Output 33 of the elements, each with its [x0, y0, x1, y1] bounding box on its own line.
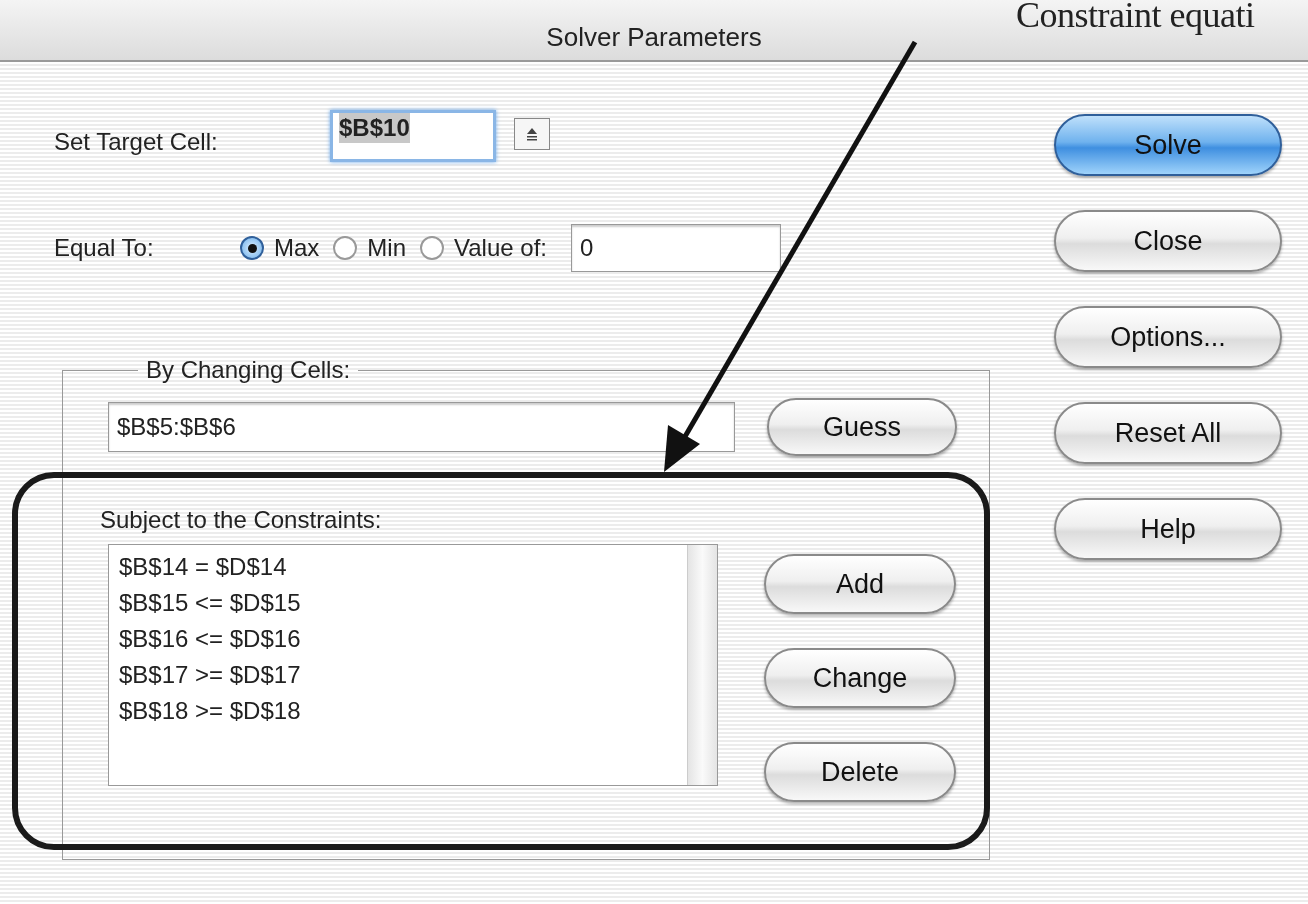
dialog-button[interactable]: Reset All: [1054, 402, 1282, 464]
collapse-icon: [525, 127, 539, 141]
constraint-button[interactable]: Delete: [764, 742, 956, 802]
section-label: Subject to the Constraints:: [100, 505, 383, 535]
changing-cells-field[interactable]: $B$5:$B$6: [108, 402, 735, 452]
field-label: Equal To:: [54, 233, 155, 263]
dialog-button[interactable]: Options...: [1054, 306, 1282, 368]
constraints-list[interactable]: $B$14 = $D$14 $B$15 <= $D$15 $B$16 <= $D$16 $B$17 >= $D$17 $B$18 >= $D$18: [108, 544, 718, 786]
list-item[interactable]: $B$17 >= $D$17: [119, 657, 687, 693]
dialog-button[interactable]: Close: [1054, 210, 1282, 272]
list-item[interactable]: $B$15 <= $D$15: [119, 585, 687, 621]
list-item[interactable]: $B$14 = $D$14: [119, 549, 687, 585]
radio-label: Max: [274, 233, 320, 263]
radio-label: Value of:: [454, 233, 547, 263]
scrollbar[interactable]: [687, 545, 717, 785]
radio-button[interactable]: [240, 236, 264, 260]
dialog-button[interactable]: Solve: [1054, 114, 1282, 176]
guess-button[interactable]: Guess: [767, 398, 957, 456]
list-item[interactable]: $B$16 <= $D$16: [119, 621, 687, 657]
list-item[interactable]: $B$18 >= $D$18: [119, 693, 687, 729]
dialog-button[interactable]: Help: [1054, 498, 1282, 560]
constraint-button[interactable]: Change: [764, 648, 956, 708]
radio-button[interactable]: [420, 236, 444, 260]
radio-label: Min: [367, 233, 406, 263]
constraint-button[interactable]: Add: [764, 554, 956, 614]
annotation-caption: Constraint equati: [1016, 0, 1255, 36]
field-label: Set Target Cell:: [54, 127, 219, 157]
collapse-dialog-button[interactable]: [514, 118, 550, 150]
group-legend: By Changing Cells:: [138, 352, 359, 388]
value-field[interactable]: 0: [570, 224, 781, 272]
window-title: Solver Parameters: [546, 21, 762, 54]
target-cell-field[interactable]: $B$10: [330, 110, 496, 162]
radio-button[interactable]: [333, 236, 358, 260]
